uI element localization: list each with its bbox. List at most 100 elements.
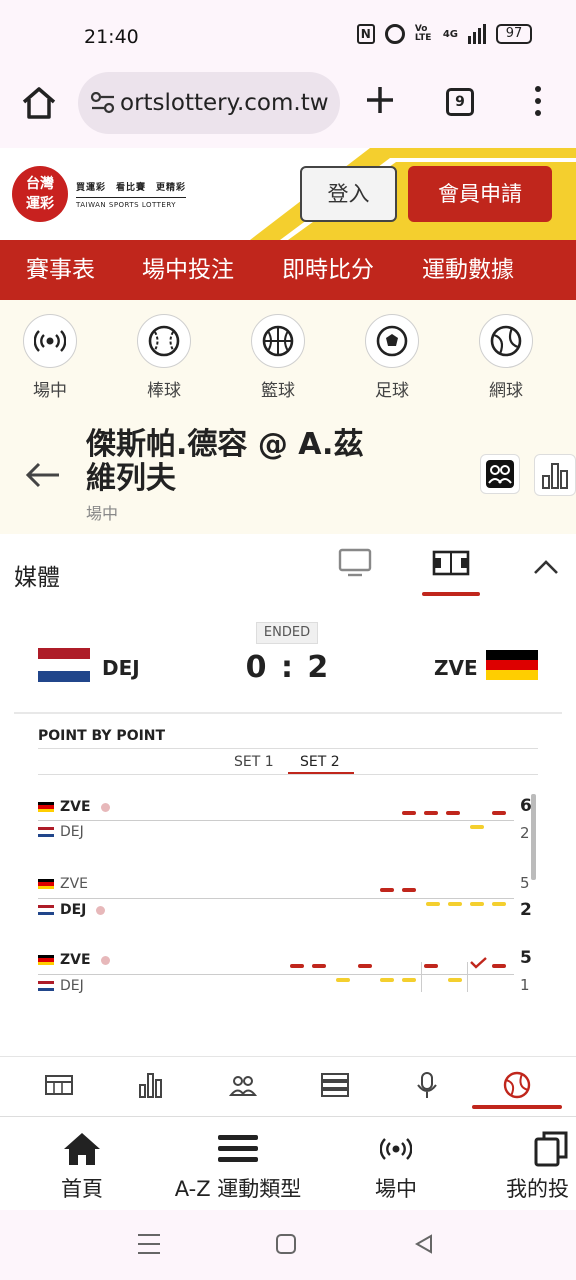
team-icon[interactable] [228,1071,258,1099]
more-options-icon[interactable] [528,86,548,120]
sport-baseball[interactable]: 棒球 [134,314,194,401]
sport-label: 足球 [375,381,409,401]
point-mark [426,902,440,906]
nav-item-live-scores[interactable]: 即時比分 [282,240,374,300]
register-button[interactable]: 會員申請 [408,166,552,222]
germany-flag-icon [38,955,54,965]
serve-indicator [96,905,106,915]
serve-indicator [100,802,110,812]
site-settings-icon[interactable] [90,92,116,114]
nav-item-sports-data[interactable]: 運動數據 [422,240,514,300]
point-mark [402,888,416,892]
microphone-icon[interactable] [412,1071,442,1099]
point-mark [424,964,438,968]
serve-indicator [100,955,110,965]
logo-line-2: 運彩 [26,196,54,212]
bottom-nav-label: 場中 [375,1177,417,1201]
scoreboard-table-icon[interactable] [44,1071,74,1099]
sport-tennis[interactable]: 網球 [476,314,536,401]
point-mark [380,888,394,892]
url-text: ortslottery.com.tw [120,90,329,116]
tennis-icon[interactable] [502,1071,532,1099]
away-team-code: ZVE [434,656,478,680]
basketball-icon [262,325,294,357]
bar-chart-icon[interactable] [136,1071,166,1099]
site-logo[interactable]: 台灣 運彩 [12,166,68,222]
game-score: 6 [520,796,532,816]
germany-flag-icon [486,650,538,680]
point-mark [492,964,506,968]
site-header: 台灣 運彩 買運彩 看比賽 更精彩 TAIWAN SPORTS LOTTERY … [0,148,576,240]
home-icon [64,1133,100,1165]
game-score: 2 [520,824,530,842]
game-divider [421,962,422,992]
bottom-nav-my-bets[interactable]: 我的投 [506,1131,576,1203]
soccer-icon [376,325,408,357]
main-nav: 賽事表 場中投注 即時比分 運動數據 [0,240,576,300]
browser-home-icon[interactable] [20,84,58,122]
point-mark [380,978,394,982]
match-header: 傑斯帕.德容 @ A.茲維列夫 場中 [0,408,576,534]
recent-apps-icon[interactable] [138,1234,160,1254]
status-bar: 21:40 N Vo LTE 4G 97 [0,0,576,70]
bottom-nav: 首頁 A-Z 運動類型 場中 我的投 [0,1116,576,1210]
logo-line-1: 台灣 [26,176,54,192]
divider [38,774,538,775]
media-tab-indicator [422,592,480,596]
court-icon[interactable] [432,548,470,578]
bottom-nav-label: 首頁 [61,1177,103,1201]
status-icons: N Vo LTE 4G 97 [356,24,532,44]
point-mark [336,978,350,982]
lineup-button[interactable] [480,454,520,494]
player-code: ZVE [60,952,91,968]
live-broadcast-icon [34,330,66,352]
netherlands-flag-icon [38,648,90,682]
game-score: 5 [520,874,530,892]
point-mark [448,978,462,982]
home-team-code: DEJ [102,656,140,680]
tv-icon[interactable] [338,548,372,578]
bottom-nav-label: A-Z 運動類型 [174,1177,302,1201]
signal-icon [468,24,486,44]
nav-item-schedule[interactable]: 賽事表 [26,240,95,300]
point-mark [402,978,416,982]
player-code: DEJ [60,824,84,840]
list-icon[interactable] [320,1071,350,1099]
statistics-button[interactable] [534,454,576,496]
browser-toolbar: ortslottery.com.tw 9 [0,70,576,148]
system-home-icon[interactable] [276,1234,296,1254]
tab-switcher-button[interactable]: 9 [446,88,474,116]
point-by-point-panel: POINT BY POINT SET 1 SET 2 ZVE 6 DEJ 2 Z… [0,714,576,1056]
battery-level: 97 [505,26,523,41]
point-mark [402,811,416,815]
point-by-point-title: POINT BY POINT [38,728,166,744]
address-bar[interactable]: ortslottery.com.tw [78,72,340,134]
sport-basketball[interactable]: 籃球 [248,314,308,401]
bottom-nav-sports-az[interactable]: A-Z 運動類型 [172,1131,304,1203]
player-row: DEJ [38,898,106,922]
player-code: ZVE [60,876,89,892]
game-divider [467,962,468,992]
login-button[interactable]: 登入 [300,166,397,222]
point-mark [424,811,438,815]
divider [38,748,538,749]
chevron-up-icon[interactable] [532,558,560,576]
timeline-axis [38,898,514,899]
tab-set-2[interactable]: SET 2 [300,754,340,770]
nav-item-live-betting[interactable]: 場中投注 [142,240,234,300]
back-arrow-icon[interactable] [24,460,62,490]
sport-soccer[interactable]: 足球 [362,314,422,401]
bottom-nav-label: 我的投 [506,1177,569,1201]
point-mark [312,964,326,968]
point-mark [446,811,460,815]
system-nav-bar [0,1210,576,1280]
new-tab-icon[interactable] [364,84,396,116]
sport-label: 場中 [33,381,67,401]
bottom-nav-live[interactable]: 場中 [366,1131,426,1203]
bottom-nav-home[interactable]: 首頁 [52,1131,112,1203]
sport-live[interactable]: 場中 [20,314,80,401]
netherlands-flag-icon [38,905,54,915]
netherlands-flag-icon [38,981,54,991]
system-back-icon[interactable] [414,1234,434,1254]
tab-set-1[interactable]: SET 1 [234,754,274,770]
